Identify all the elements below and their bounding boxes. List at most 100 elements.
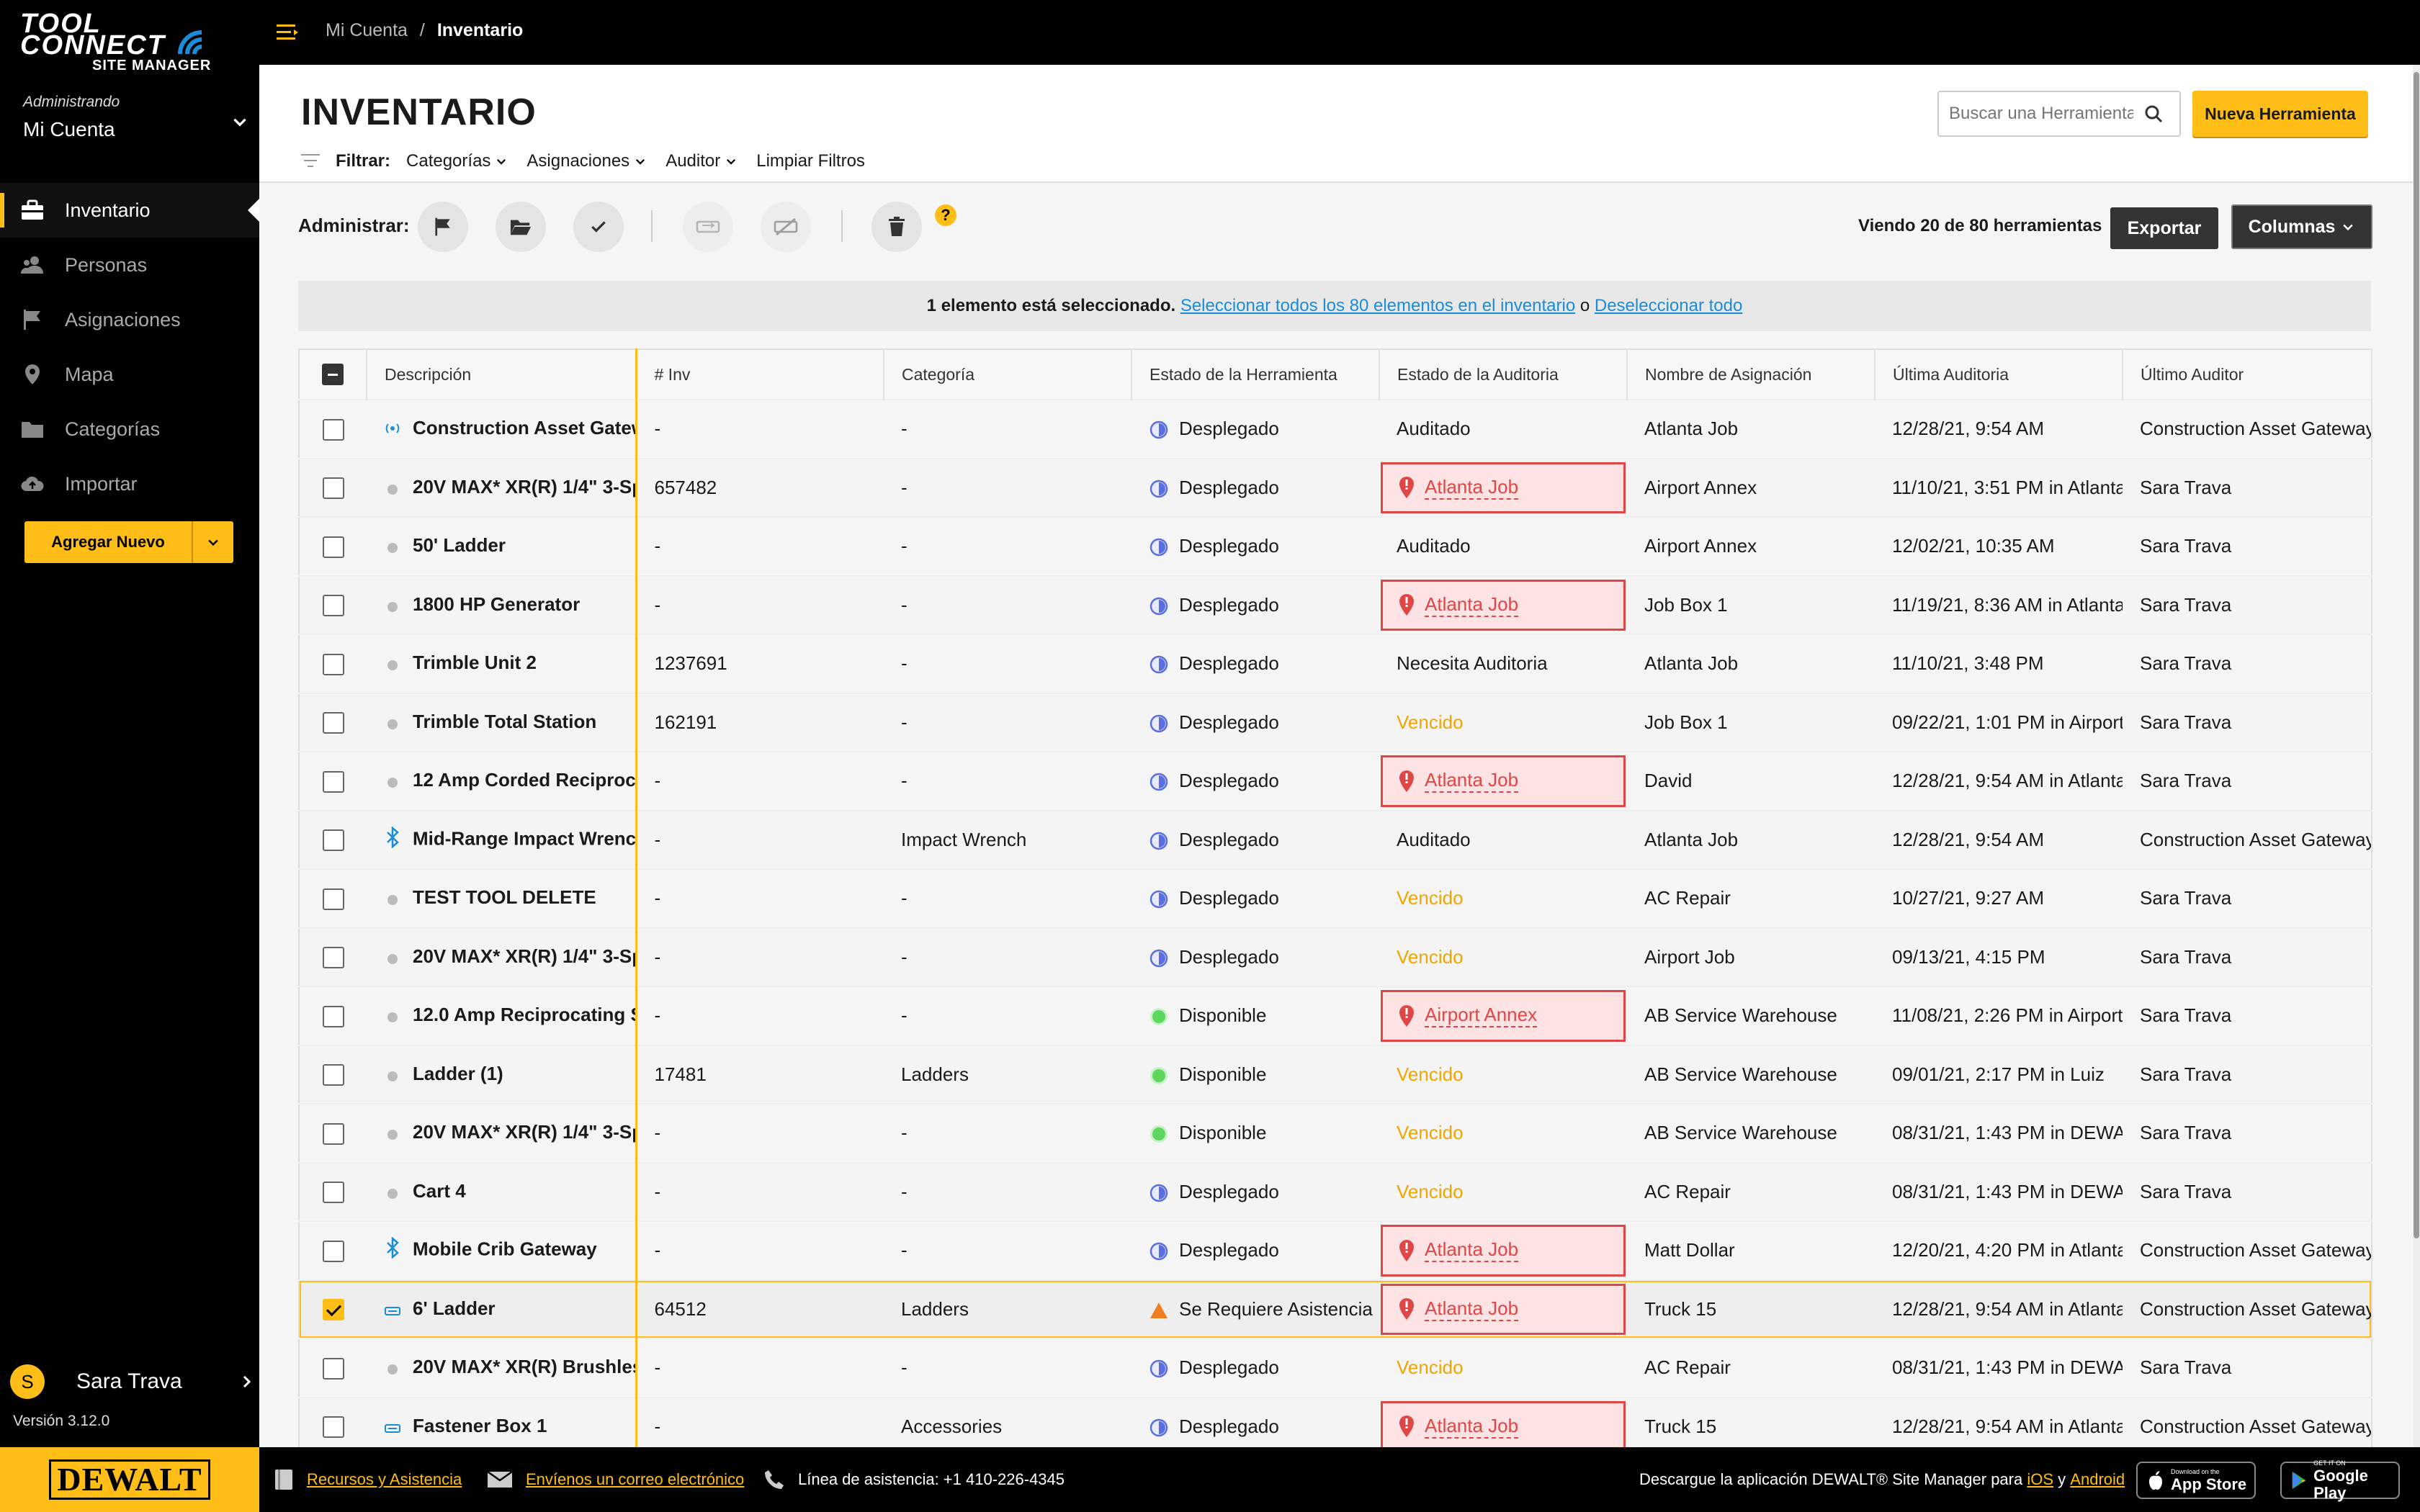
table-row[interactable]: 12 Amp Corded Reciprocating--DesplegadoA… [299,752,2372,811]
resources-link[interactable]: Recursos y Asistencia [307,1470,462,1489]
sidebar-item-personas[interactable]: Personas [0,238,259,292]
page-scrollbar[interactable] [2413,65,2420,1447]
google-play-badge[interactable]: GET IT ON Google Play [2280,1459,2400,1501]
row-checkbox[interactable] [322,536,344,558]
header-estado-herramienta[interactable]: Estado de la Herramienta [1131,349,1380,400]
tool-name[interactable]: Ladder (1) [413,1063,503,1084]
row-checkbox[interactable] [322,595,344,617]
audit-alert-badge[interactable]: Atlanta Job [1381,1400,1626,1447]
tool-name[interactable]: TEST TOOL DELETE [413,886,596,908]
tool-name[interactable]: Trimble Total Station [413,711,596,732]
tool-name[interactable]: 20V MAX* XR(R) 1/4" 3-Speed [413,945,634,967]
table-row[interactable]: Ladder (1) 17481 Ladders Disponible Vencido A… [299,1045,2372,1104]
tool-name[interactable]: 12.0 Amp Reciprocating Saw [413,1004,634,1025]
deselect-all-link[interactable]: Deseleccionar todo [1595,296,1742,316]
add-new-dropdown[interactable] [193,535,233,549]
cell-descripcion[interactable]: Mobile Crib Gateway [367,1221,637,1280]
table-row[interactable]: Fastener Box 1 - Accessories Desplegado Atla… [299,1397,2372,1447]
table-row[interactable]: 12.0 Amp Reciprocating Saw--DisponibleAi… [299,986,2372,1045]
account-name[interactable]: Mi Cuenta [23,118,115,141]
sidebar-item-mapa[interactable]: Mapa [0,347,259,402]
user-menu[interactable]: S Sara Trava [10,1361,255,1403]
row-checkbox[interactable] [322,712,344,734]
header-descripcion[interactable]: Descripción [367,349,637,400]
row-checkbox[interactable] [322,829,344,852]
tool-name[interactable]: Fastener Box 1 [413,1415,547,1436]
row-checkbox[interactable] [322,1357,344,1380]
row-checkbox[interactable] [322,770,344,793]
cell-descripcion[interactable]: Cart 4 [367,1162,637,1221]
tool-name[interactable]: Cart 4 [413,1180,466,1202]
cell-descripcion[interactable]: Trimble Unit 2 [367,634,637,693]
tool-name[interactable]: 12 Amp Corded Reciprocating [413,769,634,791]
cell-descripcion[interactable]: 12.0 Amp Reciprocating Saw [367,986,637,1045]
tool-name[interactable]: Mid-Range Impact Wrench [413,827,634,849]
cell-descripcion[interactable]: 12 Amp Corded Reciprocating [367,752,637,811]
table-row[interactable]: 6' Ladder 64512 Ladders Se Requiere Asisten… [299,1279,2372,1338]
audit-alert-badge[interactable]: Atlanta Job [1381,755,1626,807]
tool-name[interactable]: 1800 HP Generator [413,593,580,615]
tool-name[interactable]: Mobile Crib Gateway [413,1238,597,1260]
table-row[interactable]: Trimble Total Station 162191 - Desplegado Ve… [299,693,2372,752]
tool-name[interactable]: 20V MAX* XR(R) Brushless [413,1356,634,1377]
select-all-link[interactable]: Seleccionar todos los 80 elementos en el… [1180,296,1575,316]
select-all-checkbox[interactable] [322,364,344,385]
cell-descripcion[interactable]: Construction Asset Gateway [367,400,637,459]
audit-alert-badge[interactable]: Airport Annex [1381,990,1626,1042]
app-store-badge[interactable]: Download on the App Store [2136,1462,2256,1499]
header-inv[interactable]: # Inv [636,349,884,400]
header-categoria[interactable]: Categoría [884,349,1132,400]
table-row[interactable]: 20V MAX* XR(R) 1/4" 3-Speed--DesplegadoV… [299,927,2372,986]
tool-connect-logo[interactable]: TOOL CONNECT SITE MANAGER [20,10,236,76]
cell-descripcion[interactable]: Trimble Total Station [367,693,637,752]
tool-name[interactable]: Trimble Unit 2 [413,652,537,673]
tool-name[interactable]: 20V MAX* XR(R) 1/4" 3-Speed [413,1121,634,1143]
move-category-button[interactable] [496,202,546,252]
table-row[interactable]: 50' Ladder - - Desplegado Auditado Airport An… [299,517,2372,576]
table-row[interactable]: Mid-Range Impact Wrench - Impact Wrench Des… [299,810,2372,869]
filter-auditor[interactable]: Auditor [666,151,738,171]
cell-descripcion[interactable]: 20V MAX* XR(R) 1/4" 3-Speed [367,458,637,517]
audit-alert-badge[interactable]: Atlanta Job [1381,1225,1626,1277]
cell-descripcion[interactable]: Fastener Box 1 [367,1397,637,1447]
android-link[interactable]: Android [2070,1470,2125,1489]
audit-alert-badge[interactable]: Atlanta Job [1381,579,1626,631]
sidebar-item-categorias[interactable]: Categorías [0,402,259,456]
assign-flag-button[interactable] [418,202,468,252]
columns-button[interactable]: Columnas [2231,204,2372,249]
new-tool-button[interactable]: Nueva Herramienta [2192,91,2368,137]
dewalt-logo[interactable]: DEWALT [0,1447,259,1512]
row-checkbox[interactable] [322,1299,344,1321]
help-icon[interactable]: ? [935,204,956,226]
cell-descripcion[interactable]: TEST TOOL DELETE [367,869,637,928]
table-row[interactable]: TEST TOOL DELETE - - Desplegado Vencido AC Re… [299,869,2372,928]
chevron-down-icon[interactable] [230,112,249,131]
row-checkbox[interactable] [322,1064,344,1086]
sidebar-item-importar[interactable]: Importar [0,456,259,511]
audit-check-button[interactable] [573,202,624,252]
search-button[interactable] [2133,104,2174,124]
row-checkbox[interactable] [322,653,344,675]
table-row[interactable]: Cart 4 - - Desplegado Vencido AC Repair 08/31/… [299,1162,2372,1221]
sidebar-item-asignaciones[interactable]: Asignaciones [0,292,259,347]
table-row[interactable]: 20V MAX* XR(R) 1/4" 3-Speed--DisponibleV… [299,1104,2372,1163]
cell-descripcion[interactable]: 50' Ladder [367,517,637,576]
breadcrumb-parent[interactable]: Mi Cuenta [326,20,408,40]
row-checkbox[interactable] [322,1240,344,1262]
row-checkbox[interactable] [322,947,344,969]
table-row[interactable]: Construction Asset Gateway--DesplegadoAu… [299,400,2372,459]
audit-alert-badge[interactable]: Atlanta Job [1381,1283,1626,1335]
cell-descripcion[interactable]: 6' Ladder [367,1279,637,1338]
filter-asignaciones[interactable]: Asignaciones [526,151,647,171]
tool-name[interactable]: Construction Asset Gateway [413,417,634,438]
header-ultima-auditoria[interactable]: Última Auditoria [1875,349,2123,400]
row-checkbox[interactable] [322,1005,344,1027]
cell-descripcion[interactable]: 1800 HP Generator [367,575,637,634]
tool-name[interactable]: 50' Ladder [413,534,506,556]
row-checkbox[interactable] [322,1416,344,1439]
export-button[interactable]: Exportar [2110,207,2218,249]
audit-alert-badge[interactable]: Atlanta Job [1381,462,1626,513]
table-row[interactable]: 20V MAX* XR(R) 1/4" 3-Speed 657482 - Desple… [299,458,2372,517]
tool-name[interactable]: 6' Ladder [413,1297,496,1319]
header-asignacion[interactable]: Nombre de Asignación [1627,349,1876,400]
